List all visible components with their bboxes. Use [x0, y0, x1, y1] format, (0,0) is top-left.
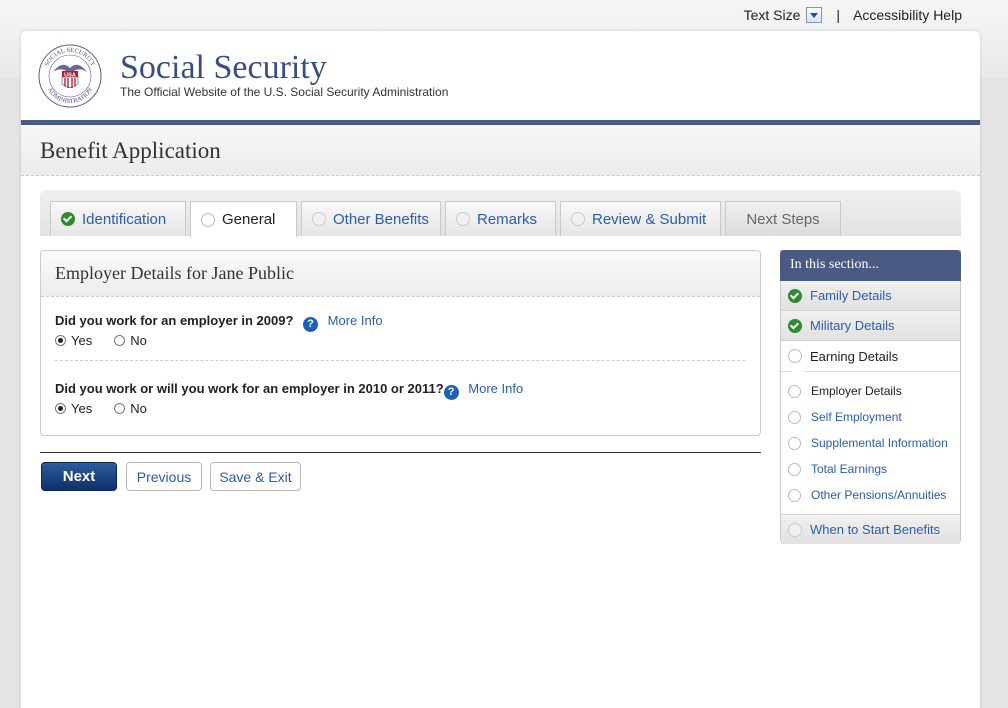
sidebar-item-military-details[interactable]: Military Details	[781, 311, 960, 341]
sidebar-sub-item-supplemental-information[interactable]: Supplemental Information	[781, 430, 960, 456]
utility-bar: Text Size | Accessibility Help	[744, 7, 962, 23]
question-divider	[55, 360, 745, 361]
sidebar-item-label: Military Details	[810, 318, 895, 333]
radio-label: Yes	[71, 333, 93, 348]
sidebar-sub-item-label: Supplemental Information	[811, 436, 948, 450]
utility-separator: |	[836, 7, 841, 23]
radio-no-2010-2011[interactable]: No	[114, 401, 147, 416]
radio-label: No	[130, 401, 147, 416]
empty-circle-icon	[788, 384, 801, 398]
radio-group-2010-2011: Yes No	[55, 401, 169, 416]
empty-circle-icon	[788, 410, 801, 424]
page-container: SOCIAL SECURITY ADMINISTRATION USA Socia…	[21, 31, 980, 708]
checkmark-icon	[788, 288, 802, 303]
tab-general[interactable]: General	[190, 201, 297, 237]
question-2010-2011: Did you work or will you work for an emp…	[55, 381, 523, 400]
sidebar-sub-item-self-employment[interactable]: Self Employment	[781, 404, 960, 430]
radio-group-2009: Yes No	[55, 333, 169, 348]
empty-circle-icon	[788, 522, 802, 537]
tab-label: Other Benefits	[333, 210, 429, 228]
radio-label: Yes	[71, 401, 93, 416]
tab-next-steps: Next Steps	[725, 201, 841, 236]
sidebar-item-when-to-start-benefits[interactable]: When to Start Benefits	[781, 514, 960, 544]
tab-remarks[interactable]: Remarks	[445, 201, 556, 236]
app-title-bar: Benefit Application	[21, 125, 980, 176]
sidebar-sub-item-label: Self Employment	[811, 410, 902, 424]
radio-button[interactable]	[114, 403, 126, 414]
radio-yes-2009[interactable]: Yes	[55, 333, 92, 348]
tab-bar: Identification General Other Benefits Re…	[40, 190, 961, 237]
empty-circle-icon	[788, 436, 801, 450]
empty-circle-icon	[571, 212, 585, 226]
tab-label: Identification	[82, 210, 167, 228]
sidebar-item-family-details[interactable]: Family Details	[781, 281, 960, 311]
radio-label: No	[130, 333, 147, 348]
sidebar-sub-item-employer-details[interactable]: Employer Details	[781, 378, 960, 404]
radio-no-2009[interactable]: No	[114, 333, 147, 348]
radio-yes-2010-2011[interactable]: Yes	[55, 401, 92, 416]
radio-button-selected[interactable]	[55, 403, 66, 414]
accessibility-help-link[interactable]: Accessibility Help	[853, 7, 962, 23]
checkmark-icon	[788, 318, 802, 333]
empty-circle-icon	[312, 212, 326, 226]
tab-label: Review & Submit	[592, 210, 707, 228]
question-text: Did you work or will you work for an emp…	[55, 381, 444, 396]
next-button[interactable]: Next	[41, 462, 117, 491]
text-size-dropdown-button[interactable]	[806, 7, 823, 23]
sidebar-sub-item-label: Employer Details	[811, 384, 902, 398]
text-size-label: Text Size	[743, 7, 801, 23]
section-sidebar: In this section... Family Details Milita…	[780, 250, 961, 544]
sidebar-item-label: When to Start Benefits	[810, 522, 941, 537]
panel-header: Employer Details for Jane Public	[41, 251, 760, 297]
sidebar-sub-item-total-earnings[interactable]: Total Earnings	[781, 456, 960, 482]
question-text: Did you work for an employer in 2009?	[55, 313, 294, 328]
empty-circle-icon	[201, 212, 215, 227]
sidebar-item-earning-details[interactable]: Earning Details	[781, 341, 960, 378]
page-title: Benefit Application	[40, 138, 221, 163]
tab-label: Remarks	[477, 210, 538, 228]
sidebar-item-label: Earning Details	[810, 348, 899, 364]
sidebar-item-label: Family Details	[810, 288, 892, 303]
more-info-link[interactable]: More Info	[328, 313, 383, 328]
previous-button[interactable]: Previous	[126, 462, 202, 491]
radio-button-selected[interactable]	[55, 335, 66, 346]
tab-review-submit[interactable]: Review & Submit	[560, 201, 721, 236]
ssa-seal-logo: SOCIAL SECURITY ADMINISTRATION USA	[38, 44, 102, 108]
site-subtitle: The Official Website of the U.S. Social …	[120, 85, 449, 99]
tab-other-benefits[interactable]: Other Benefits	[301, 201, 441, 236]
tab-identification[interactable]: Identification	[50, 201, 186, 236]
employer-details-panel: Employer Details for Jane Public Did you…	[40, 250, 761, 436]
empty-circle-icon	[456, 212, 470, 226]
tab-label: General	[222, 211, 276, 228]
more-info-link[interactable]: More Info	[468, 381, 523, 396]
empty-circle-icon	[788, 462, 801, 476]
tab-label: Next Steps	[746, 210, 820, 228]
sidebar-sub-list: Employer Details Self Employment Supplem…	[781, 371, 960, 514]
action-divider	[40, 452, 761, 453]
question-2009: Did you work for an employer in 2009? ? …	[55, 313, 383, 332]
sidebar-sub-item-label: Total Earnings	[811, 462, 888, 476]
site-title: Social Security	[120, 49, 327, 86]
save-exit-button[interactable]: Save & Exit	[210, 462, 301, 491]
radio-button[interactable]	[114, 335, 126, 346]
help-icon[interactable]: ?	[303, 317, 319, 332]
help-icon[interactable]: ?	[443, 385, 459, 400]
empty-circle-icon	[788, 349, 802, 363]
sidebar-heading: In this section...	[780, 250, 961, 281]
panel-title: Employer Details for Jane Public	[55, 263, 294, 283]
checkmark-icon	[61, 212, 75, 226]
sidebar-sub-item-label: Other Pensions/Annuities	[811, 488, 947, 502]
site-header: SOCIAL SECURITY ADMINISTRATION USA Socia…	[21, 31, 980, 120]
sidebar-sub-item-other-pensions[interactable]: Other Pensions/Annuities	[781, 482, 960, 508]
empty-circle-icon	[788, 488, 801, 502]
